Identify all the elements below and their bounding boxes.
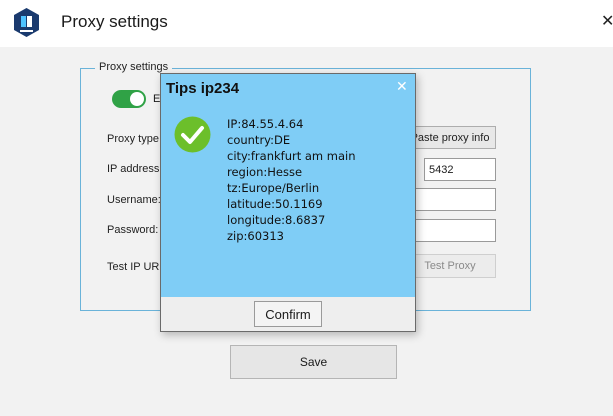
username-field[interactable]	[404, 188, 496, 211]
info-line-longitude: longitude:8.6837	[227, 213, 326, 227]
save-button[interactable]: Save	[230, 345, 397, 379]
test-ip-url-label: Test IP URL	[107, 261, 166, 273]
enable-proxy-toggle[interactable]	[112, 90, 146, 108]
dialog-title: Tips ip234	[166, 80, 240, 97]
close-window-icon[interactable]: ✕	[601, 11, 613, 31]
info-line-zip: zip:60313	[227, 229, 284, 243]
title-bar: Proxy settings ✕	[0, 0, 613, 47]
info-line-ip: IP:84.55.4.64	[227, 117, 304, 131]
dialog-body: Tips ip234 ✕ IP:84.55.4.64 country:DE ci…	[161, 74, 415, 297]
confirm-button[interactable]: Confirm	[254, 301, 322, 327]
info-line-latitude: latitude:50.1169	[227, 197, 323, 211]
tips-dialog: Tips ip234 ✕ IP:84.55.4.64 country:DE ci…	[160, 73, 416, 332]
info-line-region: region:Hesse	[227, 165, 303, 179]
window-title: Proxy settings	[61, 12, 168, 31]
password-label: Password:	[107, 224, 159, 236]
username-label: Username:	[107, 194, 161, 206]
info-line-city: city:frankfurt am main	[227, 149, 356, 163]
info-line-timezone: tz:Europe/Berlin	[227, 181, 320, 195]
proxy-type-label: Proxy type	[107, 133, 159, 145]
test-proxy-button[interactable]: Test Proxy	[404, 254, 496, 278]
port-field[interactable]: 5432	[424, 158, 496, 181]
group-legend: Proxy settings	[95, 61, 173, 73]
ip-address-label: IP address	[107, 163, 160, 175]
password-field[interactable]	[404, 219, 496, 242]
paste-proxy-info-button[interactable]: Paste proxy info	[404, 126, 496, 149]
toggle-knob	[130, 92, 144, 106]
info-line-country: country:DE	[227, 133, 291, 147]
dialog-close-icon[interactable]: ✕	[396, 78, 408, 95]
app-logo-icon	[14, 8, 39, 37]
success-check-icon	[174, 116, 211, 153]
